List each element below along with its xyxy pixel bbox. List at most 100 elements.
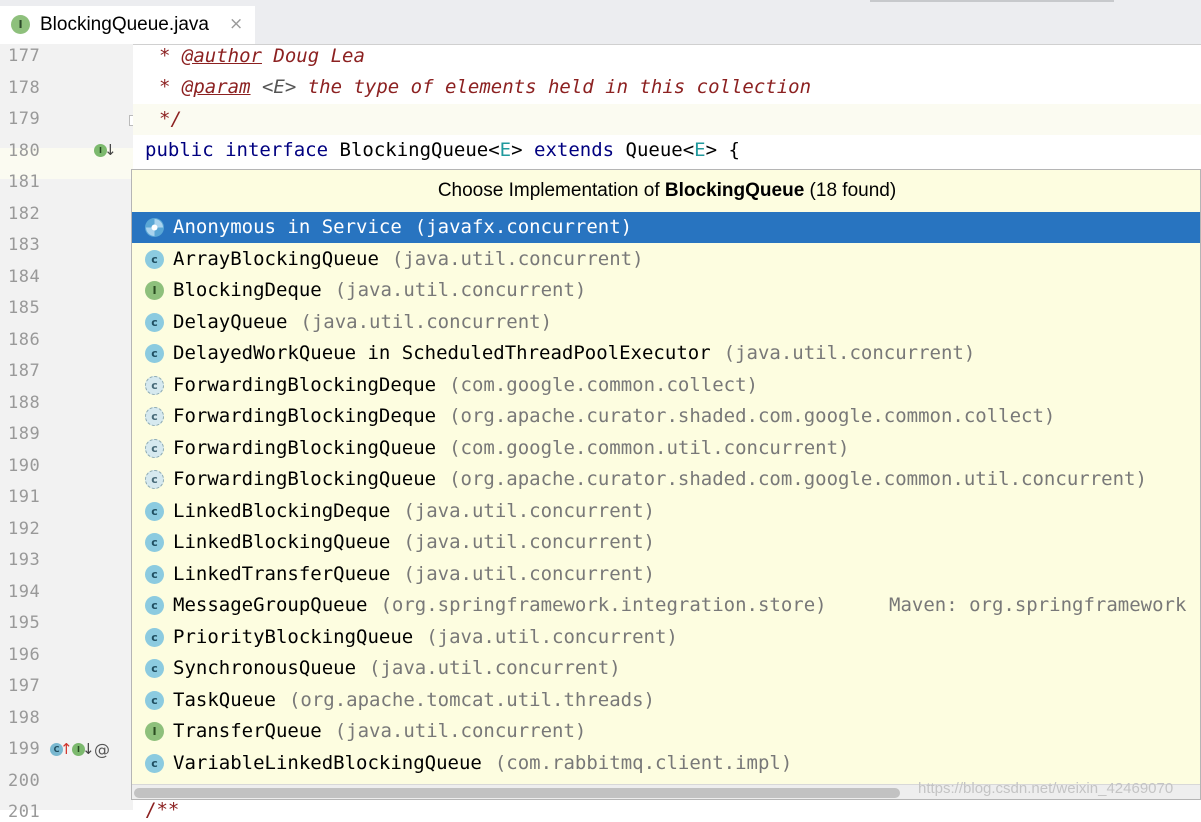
implementation-item[interactable]: c TaskQueue (org.apache.tomcat.util.threa… (132, 685, 1200, 716)
interface-icon: I (145, 722, 164, 741)
arrow-down-icon[interactable]: ↓ (104, 143, 117, 158)
line-number: 191 (8, 487, 41, 507)
abstract-class-icon: c (145, 407, 164, 426)
item-location: Maven: org.springframework (889, 594, 1187, 616)
implementation-item[interactable]: I BlockingDeque (java.util.concurrent) (132, 275, 1200, 306)
popup-title: Choose Implementation of BlockingQueue (… (132, 170, 1200, 212)
line-number: 196 (8, 645, 41, 665)
javadoc-param-name: <E> (250, 76, 308, 98)
line-number: 180 (8, 141, 41, 161)
class-icon: c (145, 565, 164, 584)
arrow-down-icon[interactable]: ↓ (82, 742, 95, 757)
annotation-at-icon[interactable]: @ (94, 740, 110, 759)
item-class-name: ArrayBlockingQueue (173, 248, 379, 270)
implementation-item[interactable]: c VariableLinkedBlockingQueue (com.rabbit… (132, 748, 1200, 779)
item-package: (java.util.concurrent) (300, 311, 553, 333)
class-icon: c (145, 250, 164, 269)
class-icon: c (145, 533, 164, 552)
item-package: (java.util.concurrent) (334, 279, 587, 301)
item-class-name: TaskQueue (173, 689, 276, 711)
interface-icon: I (11, 15, 30, 34)
type-parameter: E (499, 139, 512, 161)
item-class-name: MessageGroupQueue (173, 594, 368, 616)
popup-title-count: (18 found) (804, 180, 897, 201)
javadoc-tag: @author (181, 45, 262, 67)
javadoc-tag: @param (181, 76, 251, 98)
tab-blockingqueue-java[interactable]: I BlockingQueue.java × (0, 6, 255, 44)
item-class-name: BlockingDeque (173, 279, 322, 301)
keyword: interface (225, 139, 329, 161)
class-icon: c (145, 596, 164, 615)
code-text: > (511, 139, 534, 161)
line-number: 182 (8, 204, 41, 224)
current-line-highlight (133, 104, 1201, 135)
choose-implementation-popup[interactable]: Choose Implementation of BlockingQueue (… (131, 169, 1201, 800)
item-class-name: DelayedWorkQueue in ScheduledThreadPoolE… (173, 342, 711, 364)
item-class-name: ForwardingBlockingQueue (173, 468, 437, 490)
item-package: (java.util.concurrent) (403, 500, 656, 522)
close-icon[interactable]: × (229, 14, 243, 34)
line-number: 199 (8, 739, 41, 759)
code-line-179: */ (145, 108, 182, 130)
interface-icon: I (145, 281, 164, 300)
arrow-up-icon[interactable]: ↑ (60, 742, 73, 757)
line-number: 197 (8, 676, 41, 696)
item-package: (java.util.concurrent) (403, 531, 656, 553)
anonymous-class-icon (145, 218, 164, 237)
code-line-180[interactable]: public interface BlockingQueue<E> extend… (145, 139, 740, 161)
class-icon: c (145, 691, 164, 710)
tab-title: BlockingQueue.java (40, 14, 209, 35)
keyword: public (145, 139, 214, 161)
superinterface-name: Queue< (614, 139, 695, 161)
tabbar-scroll-indicator (870, 0, 1114, 2)
item-class-name: LinkedTransferQueue (173, 563, 391, 585)
implementation-item[interactable]: c LinkedBlockingQueue (java.util.concurre… (132, 527, 1200, 558)
line-number: 195 (8, 613, 41, 633)
implementation-item[interactable]: c LinkedBlockingDeque (java.util.concurre… (132, 496, 1200, 527)
scrollbar-thumb[interactable] (134, 788, 900, 798)
item-package: (java.util.concurrent) (391, 248, 644, 270)
item-package: (org.apache.curator.shaded.com.google.co… (449, 405, 1056, 427)
line-number: 190 (8, 456, 41, 476)
comment-star: * (159, 45, 182, 67)
implementation-item[interactable]: c DelayedWorkQueue in ScheduledThreadPoo… (132, 338, 1200, 369)
line-number: 200 (8, 771, 41, 791)
implementation-item[interactable]: Anonymous in Service (javafx.concurrent) (132, 212, 1200, 243)
implementation-item[interactable]: c DelayQueue (java.util.concurrent) (132, 307, 1200, 338)
popup-title-class: BlockingQueue (664, 180, 805, 201)
abstract-class-icon: c (145, 439, 164, 458)
code-line-201: /** (145, 799, 180, 821)
type-parameter: E (694, 139, 706, 161)
line-number: 188 (8, 393, 41, 413)
line-number: 179 (8, 109, 41, 129)
item-class-name: ForwardingBlockingQueue (173, 437, 437, 459)
item-package: (java.util.concurrent) (403, 563, 656, 585)
comment-star: * (159, 76, 182, 98)
item-package: (java.util.concurrent) (723, 342, 976, 364)
abstract-class-icon: c (145, 376, 164, 395)
item-package: (java.util.concurrent) (334, 720, 587, 742)
implementation-item[interactable]: c LinkedTransferQueue (java.util.concurre… (132, 559, 1200, 590)
line-number: 183 (8, 235, 41, 255)
item-package: (org.apache.tomcat.util.threads) (288, 689, 655, 711)
implementation-item[interactable]: c ForwardingBlockingQueue (org.apache.cur… (132, 464, 1200, 495)
item-class-name: PriorityBlockingQueue (173, 626, 414, 648)
class-icon: c (145, 628, 164, 647)
line-number: 189 (8, 424, 41, 444)
implementation-item[interactable]: c ForwardingBlockingQueue (com.google.com… (132, 433, 1200, 464)
implementation-item[interactable]: I TransferQueue (java.util.concurrent) (132, 716, 1200, 747)
line-number: 187 (8, 361, 41, 381)
class-icon: c (145, 344, 164, 363)
implementation-item[interactable]: c ForwardingBlockingDeque (com.google.com… (132, 370, 1200, 401)
implementation-item[interactable]: c ForwardingBlockingDeque (org.apache.cur… (132, 401, 1200, 432)
implementation-item[interactable]: c ArrayBlockingQueue (java.util.concurren… (132, 244, 1200, 275)
implementation-item[interactable]: c SynchronousQueue (java.util.concurrent) (132, 653, 1200, 684)
implementation-item[interactable]: c PriorityBlockingQueue (java.util.concur… (132, 622, 1200, 653)
item-class-name: Anonymous in Service (173, 216, 402, 238)
javadoc-text: the type of elements held in this collec… (307, 76, 812, 98)
class-icon: c (145, 502, 164, 521)
implementation-item[interactable]: c MessageGroupQueue (org.springframework.… (132, 590, 1200, 621)
interface-name: BlockingQueue< (339, 139, 500, 161)
class-icon: c (145, 754, 164, 773)
item-class-name: DelayQueue (173, 311, 288, 333)
